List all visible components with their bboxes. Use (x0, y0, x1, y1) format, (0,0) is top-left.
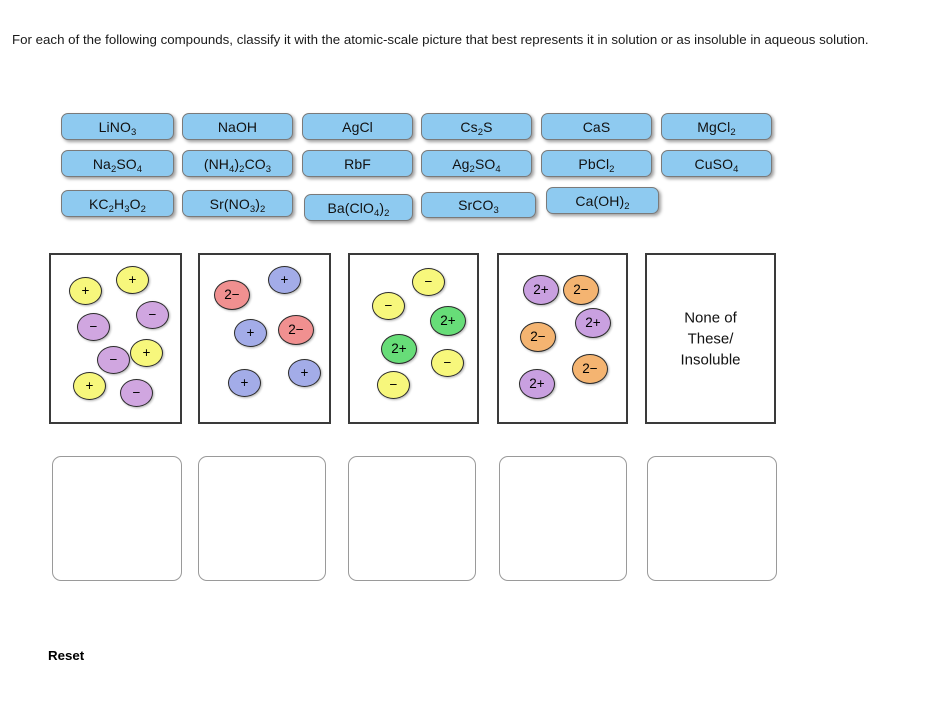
compound-chip-kc2h3o2[interactable]: KC2H3O2 (61, 190, 174, 217)
ion-1-: − (431, 349, 464, 377)
compound-chip-ag2so4[interactable]: Ag2SO4 (421, 150, 532, 177)
instructions-text: For each of the following compounds, cla… (12, 32, 869, 47)
ion-1-: − (372, 292, 405, 320)
none-of-these-line: These/ (687, 330, 734, 347)
ion-2-: 2− (278, 315, 314, 345)
compound-chip-srno32[interactable]: Sr(NO3)2 (182, 190, 293, 217)
ion-1+: + (228, 369, 261, 397)
compound-chip-nh42co3[interactable]: (NH4)2CO3 (182, 150, 293, 177)
ion-2+: 2+ (430, 306, 466, 336)
ion-1+: + (268, 266, 301, 294)
answer-drop-2[interactable] (198, 456, 326, 581)
ion-1-: − (136, 301, 169, 329)
compound-chip-cuso4[interactable]: CuSO4 (661, 150, 772, 177)
none-of-these-label: None of These/Insoluble (647, 307, 774, 370)
ion-2-: 2− (214, 280, 250, 310)
compound-chip-label: RbF (344, 155, 371, 172)
ion-2+: 2+ (519, 369, 555, 399)
compound-chip-label: MgCl2 (697, 118, 736, 138)
atomic-picture-box-3[interactable]: − −2+ 2+ − − (348, 253, 479, 424)
compound-chip-lino3[interactable]: LiNO3 (61, 113, 174, 140)
ion-1-: − (377, 371, 410, 399)
compound-chip-cs2s[interactable]: Cs2S (421, 113, 532, 140)
compound-chip-label: (NH4)2CO3 (203, 155, 272, 175)
atomic-picture-box-2[interactable]: 2− + +2− + + (198, 253, 331, 424)
atomic-picture-box-1[interactable]: + + − − − + + − (49, 253, 182, 424)
answer-drop-5[interactable] (647, 456, 777, 581)
ion-1+: + (288, 359, 321, 387)
ion-1+: + (73, 372, 106, 400)
compound-chip-label: Cs2S (460, 118, 493, 138)
answer-drop-1[interactable] (52, 456, 182, 581)
compound-chip-label: Ca(OH)2 (575, 192, 630, 212)
compound-chip-baclo42[interactable]: Ba(ClO4)2 (304, 194, 413, 221)
ion-1-: − (97, 346, 130, 374)
ion-2+: 2+ (523, 275, 559, 305)
ion-2-: 2− (520, 322, 556, 352)
atomic-picture-box-5[interactable]: None of These/Insoluble (645, 253, 776, 424)
compound-chip-label: CaS (582, 118, 611, 135)
atomic-picture-box-4[interactable]: 2+ 2− 2+ 2− 2− 2+ (497, 253, 628, 424)
ion-1+: + (116, 266, 149, 294)
compound-chip-label: NaOH (217, 118, 258, 135)
compound-chip-pbcl2[interactable]: PbCl2 (541, 150, 652, 177)
ion-1+: + (69, 277, 102, 305)
ion-1+: + (234, 319, 267, 347)
ion-2-: 2− (563, 275, 599, 305)
ion-1-: − (77, 313, 110, 341)
compound-chip-label: SrCO3 (458, 197, 499, 216)
compound-chip-label: KC2H3O2 (88, 195, 147, 215)
compound-chip-srco3[interactable]: SrCO3 (421, 192, 536, 218)
compound-chip-cas[interactable]: CaS (541, 113, 652, 140)
compound-chip-label: PbCl2 (578, 155, 615, 175)
compound-chip-label: AgCl (342, 118, 373, 135)
compound-chip-rbf[interactable]: RbF (302, 150, 413, 177)
compound-chip-label: Ba(ClO4)2 (327, 199, 390, 219)
compound-chip-na2so4[interactable]: Na2SO4 (61, 150, 174, 177)
ion-1+: + (130, 339, 163, 367)
compound-chip-mgcl2[interactable]: MgCl2 (661, 113, 772, 140)
compound-chip-label: Ag2SO4 (452, 155, 501, 175)
compound-chip-naoh[interactable]: NaOH (182, 113, 293, 140)
reset-button[interactable]: Reset (48, 648, 84, 663)
none-of-these-line: Insoluble (680, 351, 741, 368)
none-of-these-line: None of (684, 309, 737, 326)
ion-2-: 2− (572, 354, 608, 384)
ion-2+: 2+ (575, 308, 611, 338)
compound-chip-label: LiNO3 (98, 118, 137, 138)
compound-chip-agcl[interactable]: AgCl (302, 113, 413, 140)
ion-1-: − (120, 379, 153, 407)
compound-chip-label: CuSO4 (694, 155, 739, 175)
answer-drop-3[interactable] (348, 456, 476, 581)
ion-1-: − (412, 268, 445, 296)
ion-2+: 2+ (381, 334, 417, 364)
compound-chip-caoh2[interactable]: Ca(OH)2 (546, 187, 659, 214)
answer-drop-4[interactable] (499, 456, 627, 581)
compound-chip-label: Sr(NO3)2 (209, 195, 266, 215)
compound-chip-label: Na2SO4 (92, 155, 143, 175)
